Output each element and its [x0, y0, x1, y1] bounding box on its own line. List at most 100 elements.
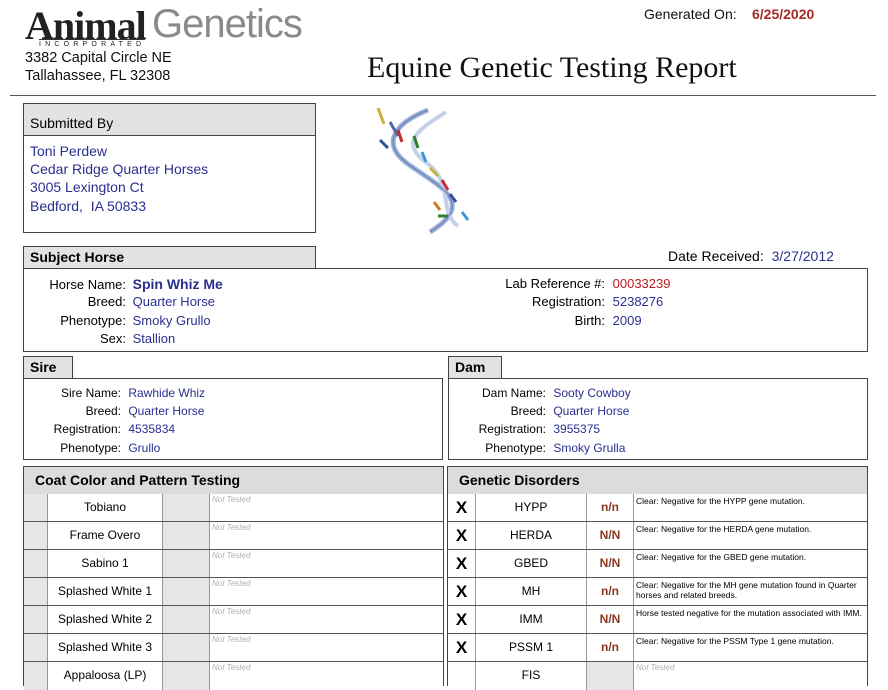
dam-phenotype-value: Smoky Grulla [553, 441, 626, 455]
horse-sex-value: Stallion [132, 331, 176, 346]
coat-color-table: Coat Color and Pattern Testing Tobiano N… [23, 466, 444, 690]
disorder-name: GBED [513, 556, 548, 570]
disorder-name: HYPP [514, 500, 548, 514]
birth-label: Birth: [574, 313, 605, 328]
table-row: Frame Overo Not Tested [24, 522, 443, 550]
coat-color-header: Coat Color and Pattern Testing [24, 467, 443, 494]
disorder-result: N/N [586, 606, 634, 633]
subject-horse-title: Subject Horse [30, 249, 125, 265]
disorder-description: Clear: Negative for the PSSM Type 1 gene… [636, 636, 834, 646]
sire-header: Sire [23, 356, 73, 379]
table-row: Tobiano Not Tested [24, 494, 443, 522]
coat-test-name: Frame Overo [69, 528, 141, 542]
sire-registration-value: 4535834 [128, 422, 176, 436]
sire-box: Sire Name: Rawhide Whiz Breed: Quarter H… [23, 378, 443, 460]
company-address-line2: Tallahassee, FL 32308 [25, 68, 171, 84]
sire-registration-label: Registration: [53, 422, 121, 436]
company-logo-genetics: Genetics [152, 2, 303, 46]
submitted-by-box: Toni Perdew Cedar Ridge Quarter Horses 3… [23, 135, 316, 233]
table-row: Splashed White 2 Not Tested [24, 606, 443, 634]
subject-horse-box: Horse Name: Spin Whiz Me Breed: Quarter … [23, 268, 868, 352]
birth-value: 2009 [612, 313, 642, 328]
date-received-label: Date Received: [668, 248, 764, 264]
table-row: FIS Not Tested [448, 662, 867, 690]
table-row: X MH n/n Clear: Negative for the MH gene… [448, 578, 867, 606]
disorder-description: Clear: Negative for the HERDA gene mutat… [636, 524, 812, 534]
horse-phenotype-label: Phenotype: [60, 313, 126, 328]
sire-name-row: Sire Name: Rawhide Whiz [24, 386, 205, 400]
horse-breed-row: Breed: Quarter Horse [24, 294, 215, 309]
registration-label: Registration: [532, 294, 605, 309]
header-divider [10, 95, 876, 96]
genetic-disorders-rows: X HYPP n/n Clear: Negative for the HYPP … [448, 494, 867, 690]
horse-phenotype-row: Phenotype: Smoky Grullo [24, 313, 210, 328]
sire-breed-row: Breed: Quarter Horse [24, 404, 205, 418]
subject-horse-header: Subject Horse [23, 246, 316, 269]
coat-test-name: Sabino 1 [81, 556, 129, 570]
horse-sex-row: Sex: Stallion [24, 331, 175, 346]
disorder-description: Clear: Negative for the GBED gene mutati… [636, 552, 807, 562]
disorder-result [586, 662, 634, 690]
submitted-by-header: Submitted By [23, 103, 316, 136]
tested-mark: X [448, 494, 476, 521]
table-row: Splashed White 1 Not Tested [24, 578, 443, 606]
horse-name-value: Spin Whiz Me [132, 276, 223, 292]
sire-title: Sire [30, 359, 57, 375]
disorder-description: Horse tested negative for the mutation a… [636, 608, 862, 618]
coat-test-name: Tobiano [83, 500, 127, 514]
generated-on-label: Generated On: [644, 6, 737, 22]
table-row: Splashed White 3 Not Tested [24, 634, 443, 662]
coat-test-status: Not Tested [212, 607, 251, 616]
horse-breed-label: Breed: [87, 294, 126, 309]
disorder-description: Clear: Negative for the HYPP gene mutati… [636, 496, 805, 506]
disorder-name: HERDA [509, 528, 552, 542]
birth-row: Birth: 2009 [464, 313, 642, 328]
generated-on-date: 6/25/2020 [752, 6, 815, 22]
table-row: X GBED N/N Clear: Negative for the GBED … [448, 550, 867, 578]
dam-phenotype-row: Phenotype: Smoky Grulla [449, 441, 625, 455]
disorder-result: n/n [586, 634, 634, 661]
sire-phenotype-label: Phenotype: [60, 441, 121, 455]
dna-helix-image [376, 107, 470, 235]
registration-row: Registration: 5238276 [464, 294, 663, 309]
disorder-result: N/N [586, 522, 634, 549]
dam-registration-label: Registration: [478, 422, 546, 436]
coat-test-name: Splashed White 3 [57, 640, 153, 654]
coat-test-status: Not Tested [212, 663, 251, 672]
tested-mark: X [448, 606, 476, 633]
submitter-city: Bedford, IA 50833 [30, 198, 146, 214]
coat-test-status: Not Tested [212, 551, 251, 560]
coat-test-status: Not Tested [212, 579, 251, 588]
horse-breed-value: Quarter Horse [132, 294, 215, 309]
coat-color-rows: Tobiano Not Tested Frame Overo Not Teste… [24, 494, 443, 690]
sire-breed-label: Breed: [85, 404, 121, 418]
disorder-name: PSSM 1 [508, 640, 553, 654]
registration-value: 5238276 [612, 294, 664, 309]
horse-sex-label: Sex: [99, 331, 126, 346]
submitter-farm: Cedar Ridge Quarter Horses [30, 161, 209, 177]
tested-mark [448, 662, 476, 690]
tested-mark: X [448, 550, 476, 577]
table-row: X IMM N/N Horse tested negative for the … [448, 606, 867, 634]
lab-reference-value: 00033239 [612, 276, 671, 291]
sire-registration-row: Registration: 4535834 [24, 422, 175, 436]
date-received-value: 3/27/2012 [771, 248, 834, 264]
genetic-disorders-table: Genetic Disorders X HYPP n/n Clear: Nega… [447, 466, 868, 690]
dam-name-value: Sooty Cowboy [553, 386, 631, 400]
dam-breed-value: Quarter Horse [553, 404, 630, 418]
sire-phenotype-value: Grullo [128, 441, 161, 455]
sire-breed-value: Quarter Horse [128, 404, 205, 418]
disorder-description: Not Tested [636, 663, 675, 672]
dam-registration-row: Registration: 3955375 [449, 422, 600, 436]
disorder-name: MH [521, 584, 541, 598]
coat-test-name: Appaloosa (LP) [63, 668, 147, 682]
coat-test-status: Not Tested [212, 495, 251, 504]
table-row: X HERDA N/N Clear: Negative for the HERD… [448, 522, 867, 550]
dam-name-row: Dam Name: Sooty Cowboy [449, 386, 631, 400]
date-received: Date Received: 3/27/2012 [668, 248, 834, 264]
lab-reference-row: Lab Reference #: 00033239 [464, 276, 670, 291]
dam-phenotype-label: Phenotype: [485, 441, 546, 455]
disorder-description: Clear: Negative for the MH gene mutation… [636, 580, 857, 600]
dam-header: Dam [448, 356, 502, 379]
genetic-disorders-header: Genetic Disorders [448, 467, 867, 494]
